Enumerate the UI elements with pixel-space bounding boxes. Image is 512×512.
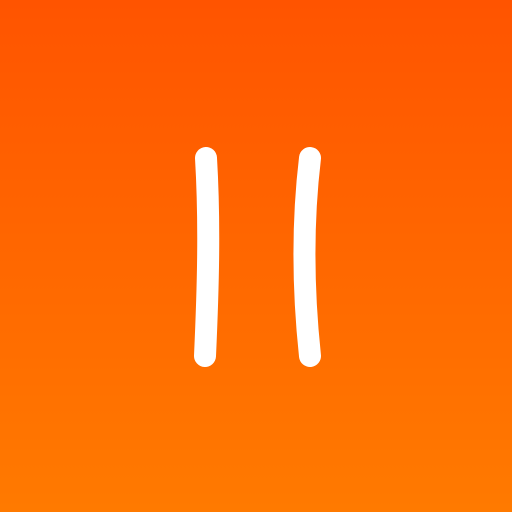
pause-bar-left [194,147,220,367]
pause-bar-right [293,147,321,367]
pause-icon [194,147,321,367]
app-icon [0,0,512,512]
